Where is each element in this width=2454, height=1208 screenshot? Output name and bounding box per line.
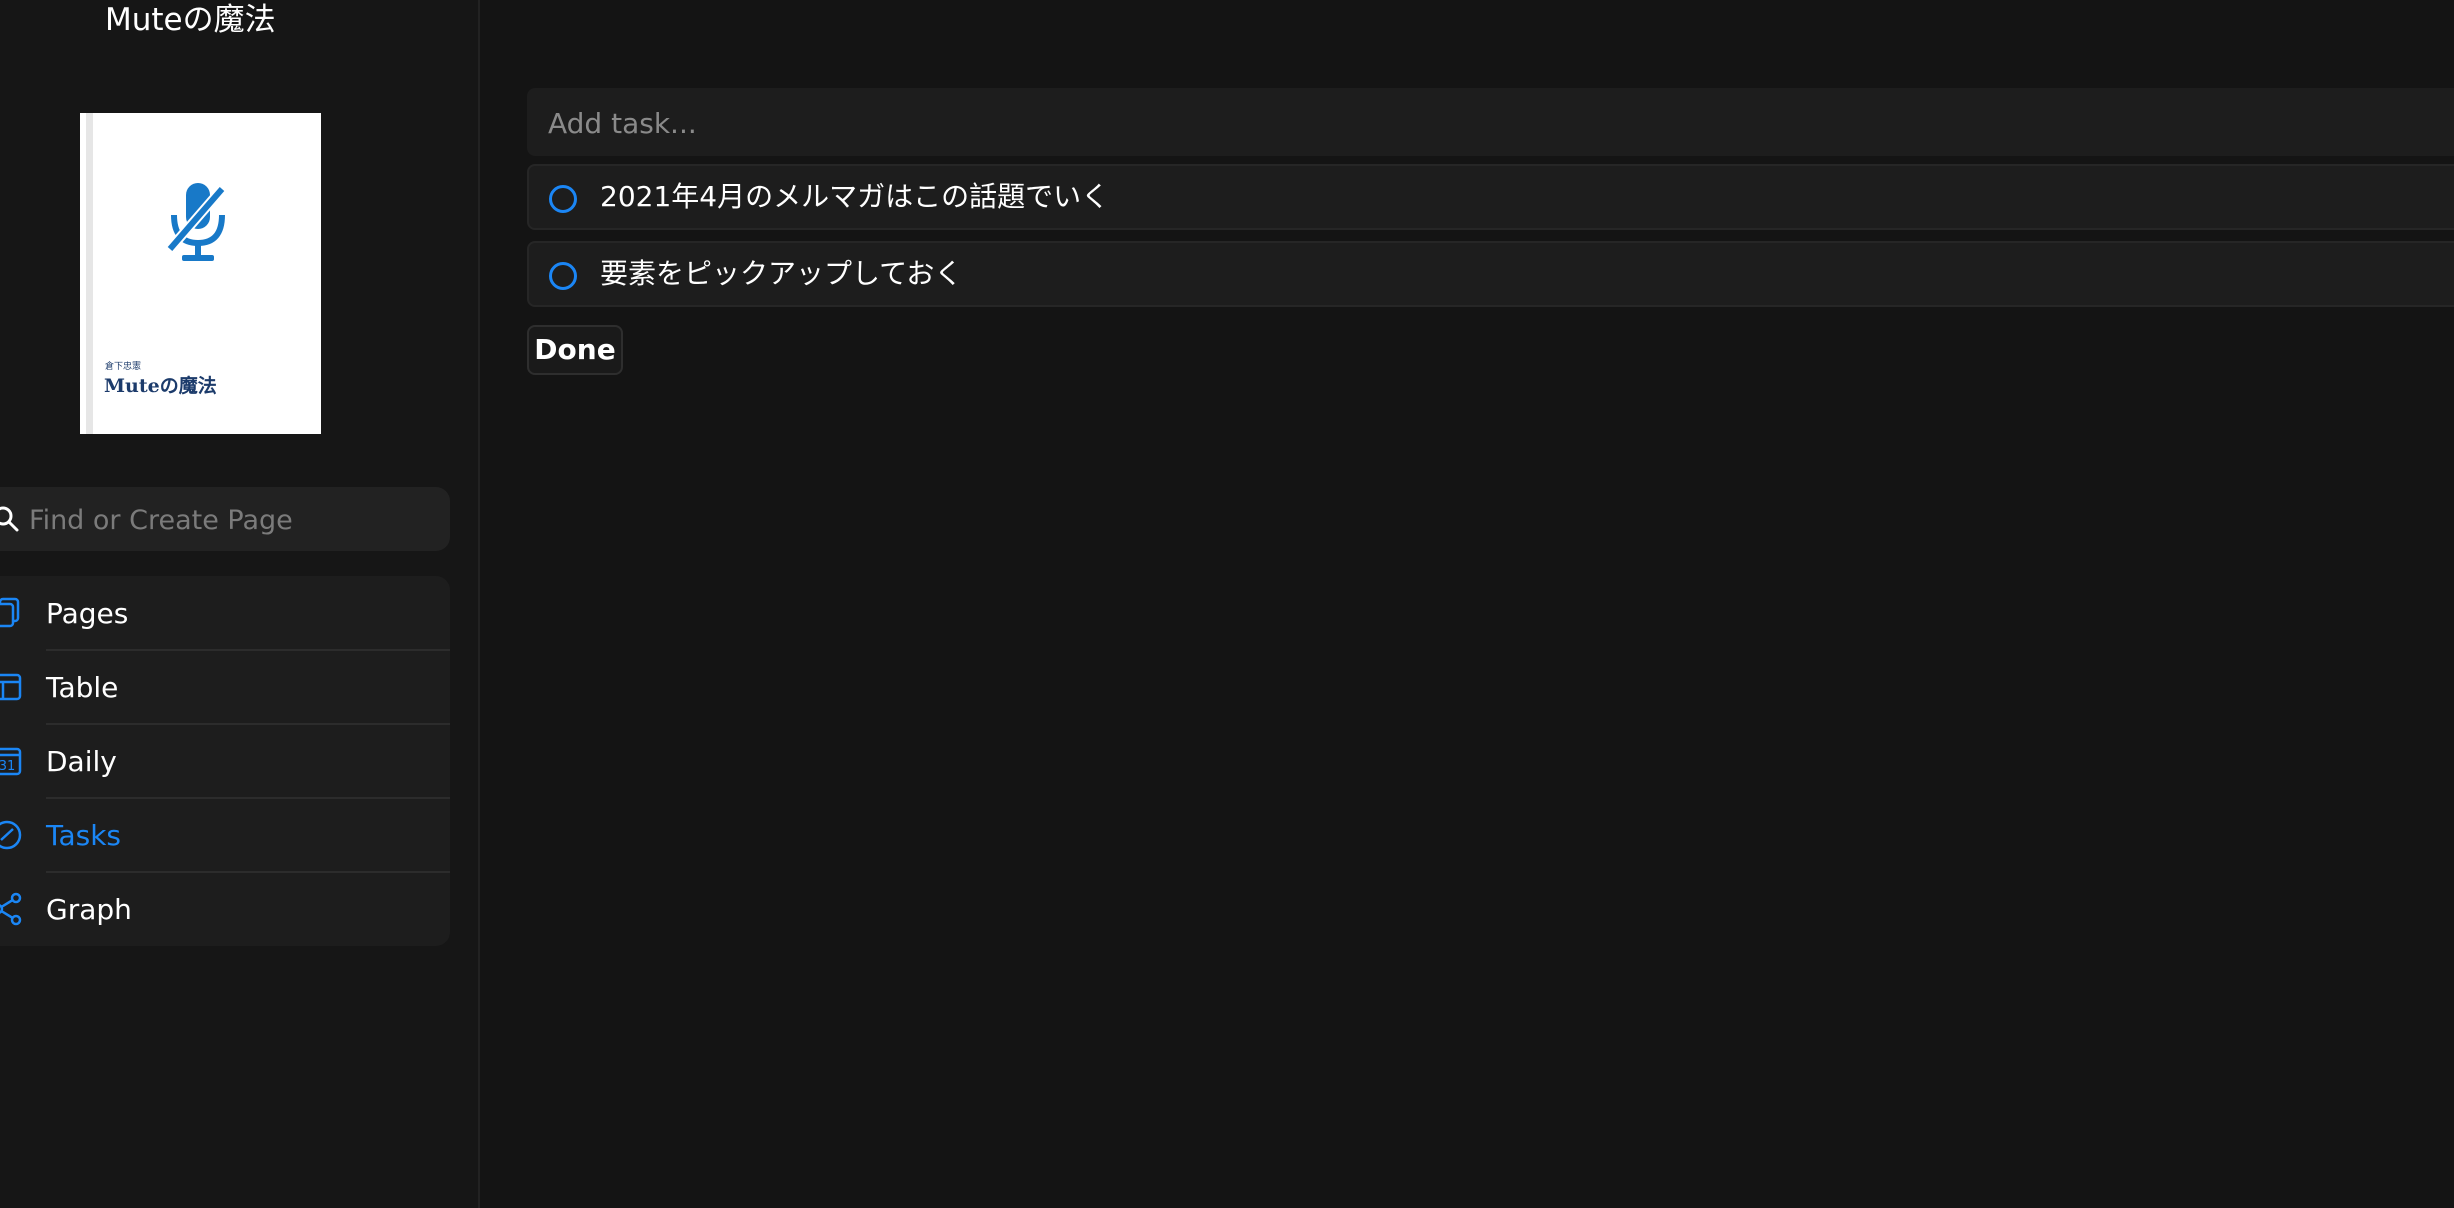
mic-muted-icon — [166, 183, 226, 261]
svg-text:31: 31 — [0, 759, 15, 774]
sidebar-item-label: Tasks — [46, 818, 122, 852]
sidebar-item-label: Pages — [46, 596, 129, 630]
tasks-icon — [0, 820, 22, 850]
task-item[interactable]: 要素をピックアップしておく — [527, 241, 2454, 307]
sidebar-item-table[interactable]: Table — [0, 650, 450, 724]
sidebar-item-tasks[interactable]: Tasks — [0, 798, 450, 872]
book-cover[interactable]: 倉下忠憲 Muteの魔法 — [80, 113, 321, 434]
sidebar: Muteの魔法 倉下忠憲 Muteの魔法 Pages — [0, 0, 480, 1208]
cover-title: Muteの魔法 — [104, 375, 217, 397]
sidebar-item-label: Daily — [46, 744, 117, 778]
task-item[interactable]: 2021年4月のメルマガはこの話題でいく — [527, 164, 2454, 230]
sidebar-item-label: Graph — [46, 892, 132, 926]
sidebar-nav: Pages Table 31 Daily Tasks Graph — [0, 576, 450, 946]
sidebar-item-label: Table — [46, 670, 119, 704]
add-task-box — [527, 88, 2454, 158]
graph-icon — [0, 892, 22, 926]
task-text: 2021年4月のメルマガはこの話題でいく — [600, 180, 1110, 213]
task-checkbox[interactable] — [549, 262, 577, 290]
search-input[interactable] — [27, 487, 431, 553]
sidebar-item-graph[interactable]: Graph — [0, 872, 450, 946]
search-box — [0, 487, 450, 553]
cover-spine — [86, 113, 93, 434]
tasks-panel: 2021年4月のメルマガはこの話題でいく 要素をピックアップしておく Done — [480, 0, 2454, 1208]
add-task-input[interactable] — [546, 88, 2350, 158]
table-icon — [0, 673, 22, 701]
task-text: 要素をピックアップしておく — [600, 257, 963, 290]
sidebar-item-pages[interactable]: Pages — [0, 576, 450, 650]
task-checkbox[interactable] — [549, 185, 577, 213]
done-button[interactable]: Done — [527, 325, 623, 375]
page-title: Muteの魔法 — [105, 2, 276, 38]
pages-icon — [0, 597, 20, 628]
calendar-icon: 31 — [0, 747, 22, 776]
search-icon — [0, 506, 19, 532]
sidebar-item-daily[interactable]: 31 Daily — [0, 724, 450, 798]
